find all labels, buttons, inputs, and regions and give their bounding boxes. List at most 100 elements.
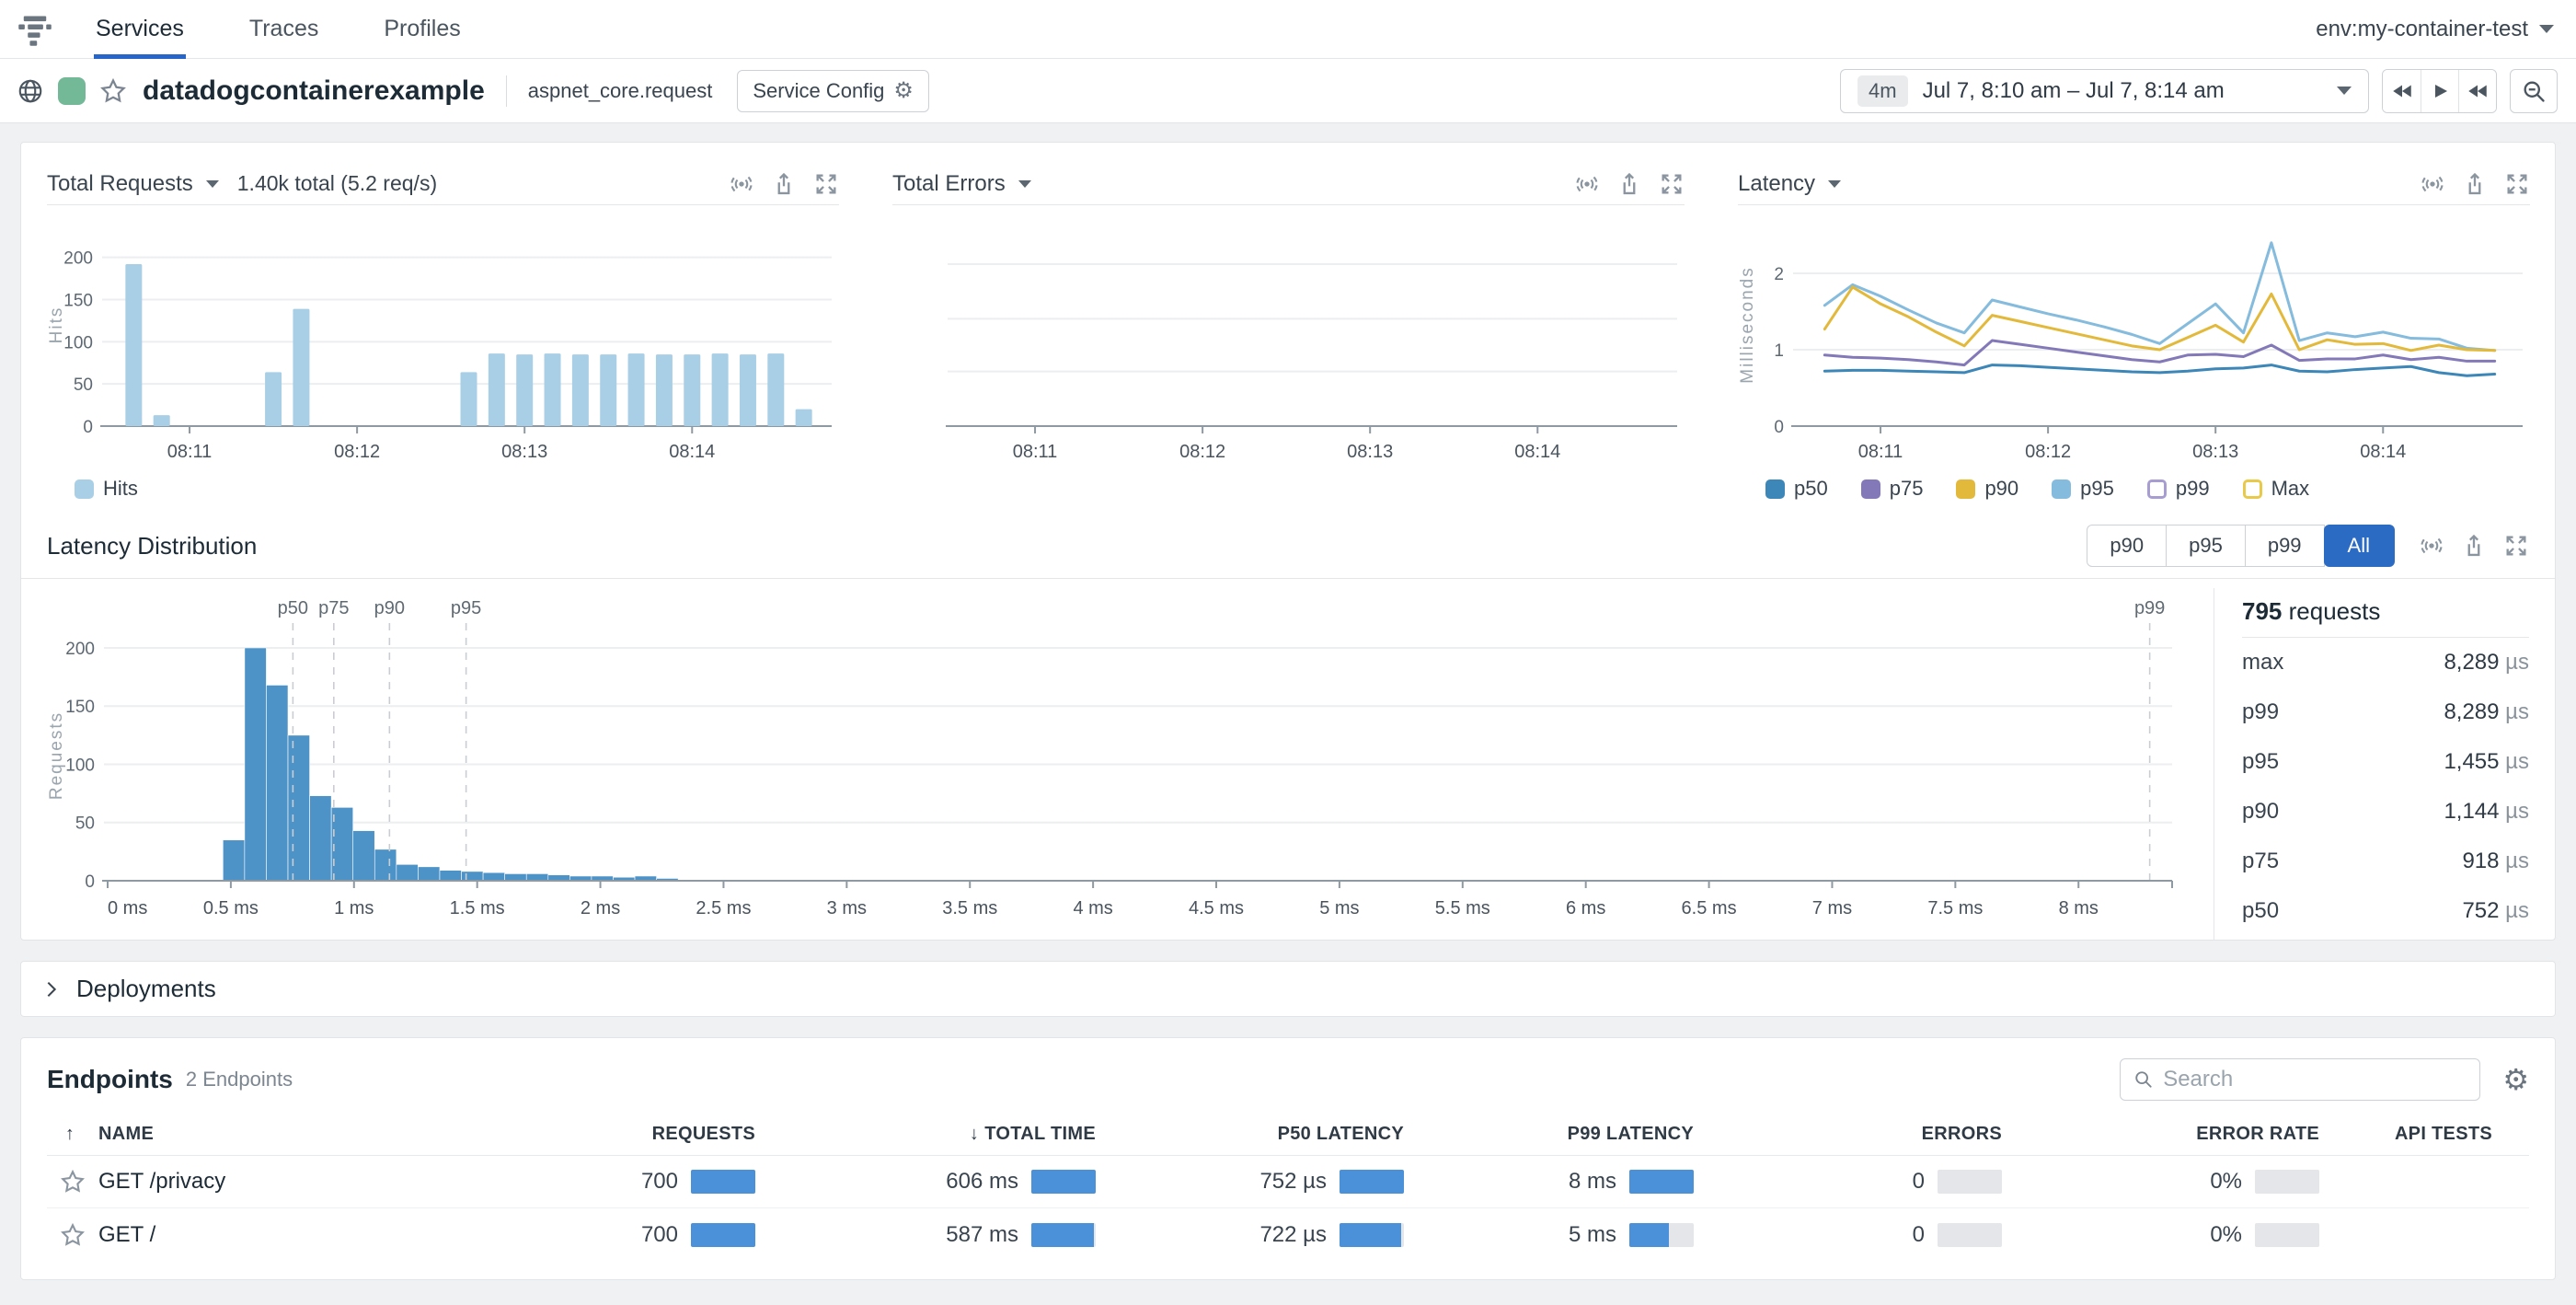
legend-label: p90 xyxy=(1984,477,2018,501)
zoom-out-icon xyxy=(2521,78,2547,104)
sort-desc-icon[interactable]: ↓ xyxy=(970,1124,979,1145)
favorite-star-button[interactable] xyxy=(47,1222,98,1248)
svg-text:08:13: 08:13 xyxy=(2192,442,2238,462)
cell-p99: 8 ms xyxy=(1404,1169,1694,1195)
time-range-label: Jul 7, 8:10 am – Jul 7, 8:14 am xyxy=(1923,78,2225,104)
sort-asc-icon[interactable]: ↑ xyxy=(65,1124,75,1145)
service-status-square xyxy=(58,77,86,105)
column-header-api-tests[interactable]: API TESTS xyxy=(2319,1124,2529,1145)
favorite-star-icon[interactable] xyxy=(99,77,127,105)
endpoints-search xyxy=(2120,1058,2480,1101)
percentile-button-p99[interactable]: p99 xyxy=(2246,525,2325,567)
summary-value: 1,144 µs xyxy=(2444,799,2529,825)
legend-item-p90[interactable]: p90 xyxy=(1956,477,2018,501)
svg-text:08:11: 08:11 xyxy=(167,442,213,462)
chevron-down-icon[interactable] xyxy=(1018,180,1031,188)
live-search-icon[interactable] xyxy=(1574,171,1600,197)
expand-icon[interactable] xyxy=(2504,171,2530,197)
svg-text:p99: p99 xyxy=(2134,598,2165,618)
latency-chart[interactable]: 01208:1108:1208:1308:14Milliseconds xyxy=(1738,205,2530,465)
column-header-total-time[interactable]: ↓TOTAL TIME xyxy=(755,1124,1096,1145)
cell-value: 0 xyxy=(1913,1169,1925,1195)
percentile-button-all[interactable]: All xyxy=(2324,525,2395,567)
metric-bar xyxy=(1938,1223,2002,1247)
live-search-icon[interactable] xyxy=(2420,171,2445,197)
metric-bar xyxy=(691,1223,755,1247)
deployments-title: Deployments xyxy=(76,975,216,1003)
time-play-button[interactable] xyxy=(2421,70,2458,112)
tab-profiles[interactable]: Profiles xyxy=(382,0,462,59)
total-requests-chart[interactable]: 05010015020008:1108:1208:1308:14Hits xyxy=(47,205,839,465)
time-range-picker[interactable]: 4m Jul 7, 8:10 am – Jul 7, 8:14 am xyxy=(1840,69,2369,113)
total-requests-legend: Hits xyxy=(75,477,839,501)
latency-panel: Latency 01208:1108:1208:1308:14Milliseco… xyxy=(1738,163,2530,502)
cell-p50: 722 µs xyxy=(1096,1222,1404,1248)
metric-bar xyxy=(691,1170,755,1194)
expand-icon[interactable] xyxy=(813,171,839,197)
time-forward-button[interactable] xyxy=(2458,70,2496,112)
export-icon[interactable] xyxy=(1616,171,1642,197)
legend-label: Max xyxy=(2271,477,2310,501)
percentile-button-p95[interactable]: p95 xyxy=(2167,525,2246,567)
svg-text:0: 0 xyxy=(85,872,95,892)
export-icon[interactable] xyxy=(2462,171,2488,197)
export-icon[interactable] xyxy=(771,171,797,197)
search-input[interactable] xyxy=(2163,1067,2467,1092)
cell-value: 722 µs xyxy=(1259,1222,1327,1248)
live-search-icon[interactable] xyxy=(729,171,754,197)
legend-swatch xyxy=(2147,479,2167,499)
legend-item-p95[interactable]: p95 xyxy=(2052,477,2114,501)
legend-item-p50[interactable]: p50 xyxy=(1765,477,1828,501)
chevron-down-icon[interactable] xyxy=(1828,180,1841,188)
table-settings-gear-icon[interactable]: ⚙ xyxy=(2502,1065,2529,1094)
svg-text:1 ms: 1 ms xyxy=(334,898,374,918)
zoom-out-button[interactable] xyxy=(2510,69,2558,113)
search-icon xyxy=(2133,1068,2154,1091)
column-header-p99-latency[interactable]: P99 LATENCY xyxy=(1404,1124,1694,1145)
metric-bar xyxy=(2255,1223,2319,1247)
legend-item-p99[interactable]: p99 xyxy=(2147,477,2210,501)
live-search-icon[interactable] xyxy=(2419,533,2444,559)
deployments-section[interactable]: Deployments xyxy=(20,961,2556,1017)
total-errors-title[interactable]: Total Errors xyxy=(892,171,1006,197)
legend-item-p75[interactable]: p75 xyxy=(1861,477,1924,501)
column-header-errors[interactable]: ERRORS xyxy=(1694,1124,2002,1145)
tab-traces[interactable]: Traces xyxy=(247,0,320,59)
expand-icon[interactable] xyxy=(2503,533,2529,559)
latency-distribution-chart[interactable]: 050100150200p50p75p90p95p990 ms0.5 ms1 m… xyxy=(47,588,2181,940)
datadog-bits-icon[interactable] xyxy=(17,11,53,48)
gear-icon: ⚙ xyxy=(893,80,914,102)
summary-row-p75: p75918 µs xyxy=(2242,837,2529,886)
env-filter-dropdown[interactable]: env:my-container-test xyxy=(2316,17,2554,42)
svg-text:08:12: 08:12 xyxy=(1179,442,1225,462)
column-header-name[interactable]: NAME xyxy=(98,1124,604,1145)
endpoint-name-link[interactable]: GET / xyxy=(98,1222,604,1248)
latency-distribution-header: Latency Distribution p90p95p99All xyxy=(21,514,2555,579)
latency-title[interactable]: Latency xyxy=(1738,171,1815,197)
column-header-requests[interactable]: REQUESTS xyxy=(604,1124,755,1145)
chevron-down-icon xyxy=(2337,87,2352,95)
resource-name: aspnet_core.request xyxy=(528,79,713,103)
percentile-button-group: p90p95p99All xyxy=(2087,525,2395,567)
chevron-down-icon[interactable] xyxy=(206,180,219,188)
total-errors-chart[interactable]: 08:1108:1208:1308:14 xyxy=(892,205,1685,465)
favorite-star-button[interactable] xyxy=(47,1169,98,1195)
export-icon[interactable] xyxy=(2461,533,2487,559)
percentile-button-p90[interactable]: p90 xyxy=(2087,525,2167,567)
column-header-p50-latency[interactable]: P50 LATENCY xyxy=(1096,1124,1404,1145)
legend-label: p95 xyxy=(2080,477,2114,501)
column-header-error-rate[interactable]: ERROR RATE xyxy=(2002,1124,2319,1145)
column-header-favorite[interactable]: ↑ xyxy=(47,1124,98,1145)
summary-value: 8,289 µs xyxy=(2444,699,2529,725)
tab-services[interactable]: Services xyxy=(94,0,186,59)
time-back-button[interactable] xyxy=(2383,70,2421,112)
endpoints-table-body: GET /privacy700606 ms752 µs8 ms00%GET /7… xyxy=(47,1156,2529,1261)
service-config-button[interactable]: Service Config ⚙ xyxy=(737,70,929,112)
svg-text:7.5 ms: 7.5 ms xyxy=(1927,898,1983,918)
expand-icon[interactable] xyxy=(1659,171,1685,197)
svg-text:3 ms: 3 ms xyxy=(827,898,867,918)
legend-item-hits[interactable]: Hits xyxy=(75,477,138,501)
legend-item-max[interactable]: Max xyxy=(2243,477,2310,501)
endpoint-name-link[interactable]: GET /privacy xyxy=(98,1169,604,1195)
total-requests-title[interactable]: Total Requests xyxy=(47,171,193,197)
